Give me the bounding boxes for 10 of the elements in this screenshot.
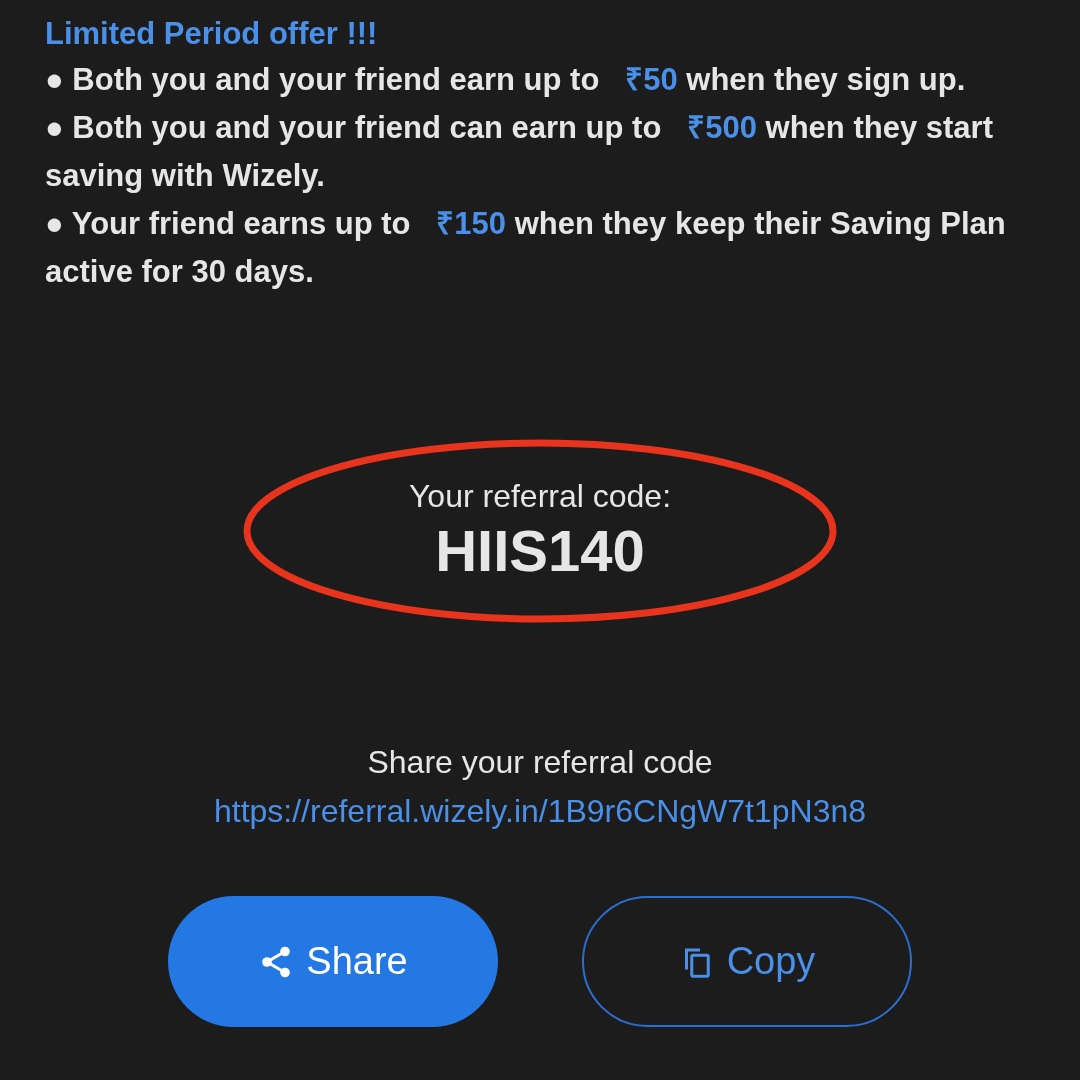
- copy-button[interactable]: Copy: [582, 896, 912, 1027]
- referral-link[interactable]: https://referral.wizely.in/1B9r6CNgW7t1pN3n8: [213, 786, 867, 836]
- offer-bullet: ● Both you and your friend can earn up to ₹500 when they start saving with Wizely.: [45, 109, 994, 195]
- offer-bullet: ● Both you and your friend earn up to ₹50 when they sign up.: [45, 61, 967, 99]
- offer-bullet: ● Your friend earns up to ₹150 when they keep their Saving Plan active for 30 days.: [45, 205, 1007, 291]
- referral-code: HIIS140: [435, 517, 645, 585]
- share-button[interactable]: Share: [168, 896, 498, 1027]
- referral-code-label: Your referral code:: [408, 477, 672, 516]
- offer-title: Limited Period offer !!!: [45, 15, 379, 53]
- share-label: Share your referral code: [367, 743, 713, 782]
